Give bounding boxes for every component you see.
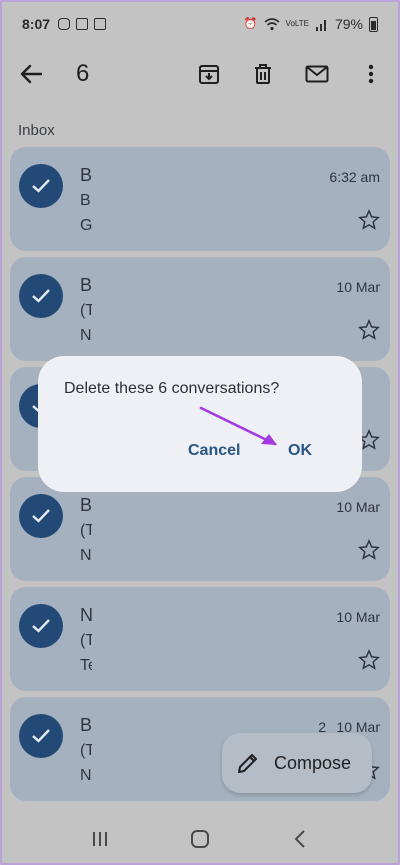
row-date: 10 Mar: [336, 499, 380, 515]
check-icon[interactable]: [19, 604, 63, 648]
status-time: 8:07: [22, 16, 51, 32]
row-subject: (T: [80, 632, 92, 649]
annotation-arrow-icon: [199, 406, 277, 446]
row-snippet: G: [80, 217, 92, 234]
row-date: 10 Mar: [336, 609, 380, 625]
volte-label: VoLTE: [285, 19, 309, 28]
row-snippet: Te: [80, 657, 92, 674]
row-sender: N: [80, 605, 92, 625]
dialog-message: Delete these 6 conversations?: [64, 380, 280, 397]
conversation-row[interactable]: N (T Te 10 Mar: [10, 587, 390, 691]
row-subject: (T: [80, 742, 92, 759]
notification-icons: [58, 18, 107, 30]
wifi-icon: [264, 17, 280, 30]
instagram-icon: [58, 18, 71, 30]
more-vert-icon[interactable]: [356, 59, 386, 89]
row-subject: (T: [80, 302, 92, 319]
system-nav-bar: [0, 812, 400, 865]
back-nav-icon[interactable]: [285, 824, 315, 854]
star-icon[interactable]: [358, 209, 380, 231]
row-snippet: Ni: [80, 767, 92, 784]
mail-icon[interactable]: [302, 59, 332, 89]
row-subject: (T: [80, 522, 92, 539]
check-icon[interactable]: [19, 714, 63, 758]
row-sender: B: [80, 275, 92, 295]
home-icon[interactable]: [185, 824, 215, 854]
signal-icon: [315, 19, 326, 31]
star-icon[interactable]: [358, 319, 380, 341]
star-icon[interactable]: [358, 649, 380, 671]
archive-icon[interactable]: [194, 59, 224, 89]
calendar-icon: [76, 18, 89, 30]
row-date: 6:32 am: [329, 169, 380, 185]
row-subject: B: [80, 192, 91, 209]
recent-apps-icon[interactable]: [85, 824, 115, 854]
check-icon[interactable]: [19, 274, 63, 318]
check-icon[interactable]: [19, 494, 63, 538]
battery-icon: [369, 16, 378, 32]
alarm-icon: ⏰: [243, 17, 258, 30]
row-date: 10 Mar: [336, 279, 380, 295]
toolbar-actions: [194, 59, 386, 89]
status-bar: 8:07 ⏰ VoLTE 79%: [0, 0, 400, 48]
star-icon[interactable]: [358, 539, 380, 561]
conversation-row[interactable]: B (T N 10 Mar: [10, 257, 390, 361]
check-icon[interactable]: [19, 164, 63, 208]
gallery-icon: [94, 18, 107, 30]
selection-toolbar: 6: [0, 48, 400, 100]
compose-button[interactable]: Compose: [222, 733, 372, 793]
battery-percent: 79%: [334, 16, 363, 32]
row-sender: B: [80, 495, 92, 515]
row-snippet: N: [80, 327, 92, 344]
back-arrow-icon[interactable]: [14, 57, 48, 91]
status-right: ⏰ VoLTE 79%: [244, 16, 378, 32]
trash-icon[interactable]: [248, 59, 278, 89]
compose-label: Compose: [274, 752, 352, 773]
conversation-row[interactable]: B B G 6:32 am: [10, 147, 390, 251]
row-sender: B: [80, 165, 92, 185]
row-snippet: N: [80, 547, 92, 564]
conversation-row[interactable]: B (T N 10 Mar: [10, 477, 390, 581]
row-sender: B: [80, 715, 92, 735]
pencil-icon: [238, 754, 257, 773]
section-label-inbox: Inbox: [18, 122, 55, 139]
selected-count: 6: [76, 60, 90, 87]
